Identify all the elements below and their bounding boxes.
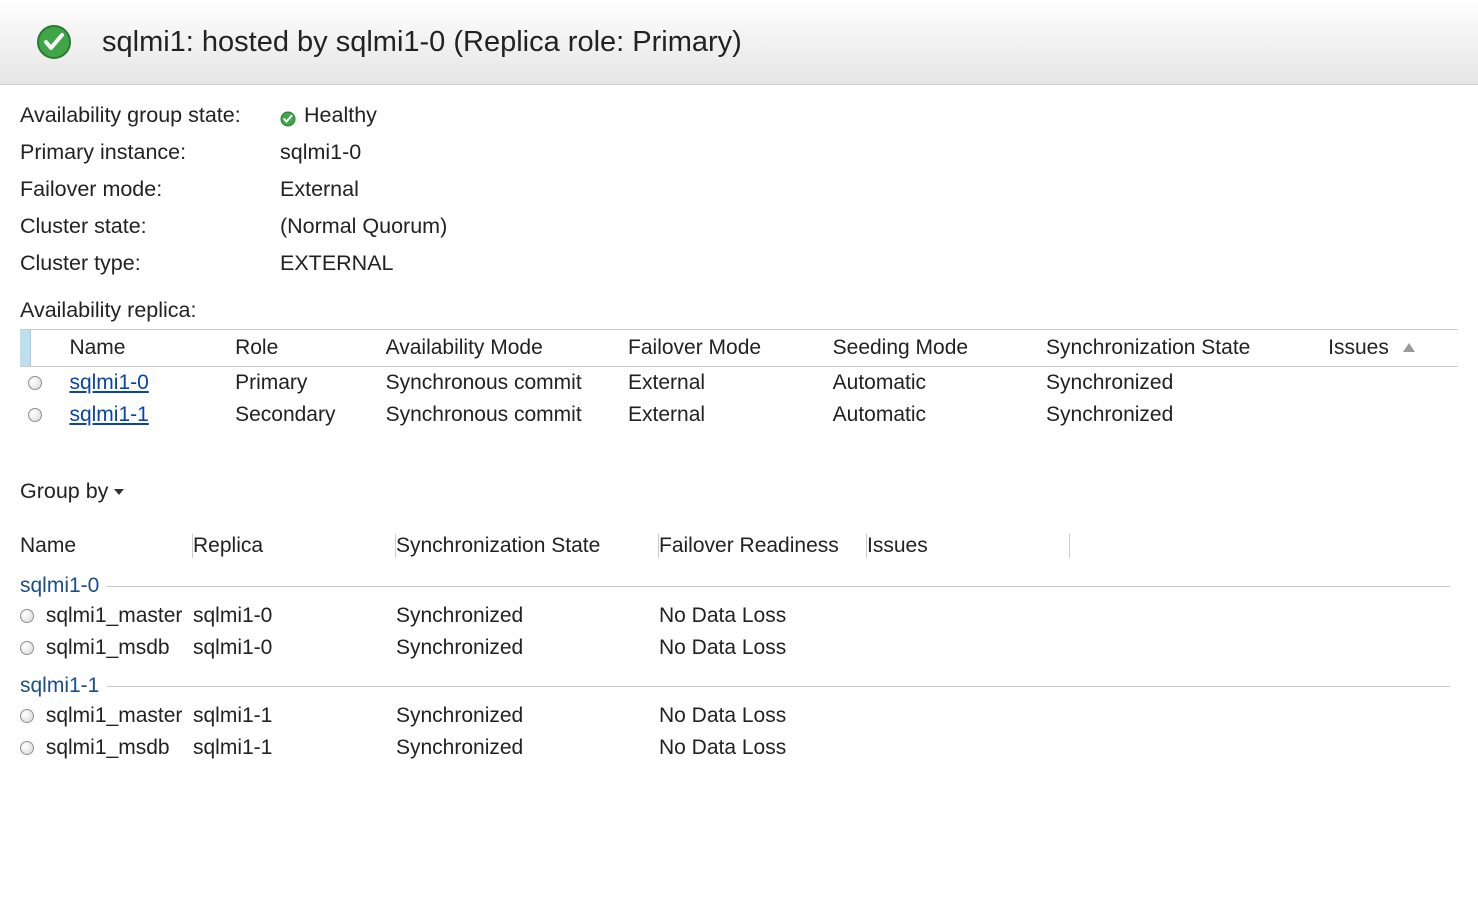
status-dot-icon	[28, 408, 42, 422]
column-header-db-issues[interactable]: Issues	[867, 528, 1070, 564]
cell-db-replica: sqlmi1-0	[193, 600, 396, 632]
cell-db-failover: No Data Loss	[659, 632, 867, 664]
cell-db-failover: No Data Loss	[659, 700, 867, 732]
status-ok-icon	[36, 24, 72, 60]
cell-db-name: sqlmi1_msdb	[20, 732, 193, 764]
column-header-failover-mode[interactable]: Failover Mode	[620, 330, 825, 367]
replica-section-title: Availability replica:	[20, 298, 1478, 323]
table-row[interactable]: sqlmi1_mastersqlmi1-1SynchronizedNo Data…	[20, 700, 1458, 732]
column-header-sync-state[interactable]: Synchronization State	[1038, 330, 1320, 367]
cell-db-replica: sqlmi1-0	[193, 632, 396, 664]
prop-label-cluster-type: Cluster type:	[20, 251, 280, 276]
cell-db-issues	[867, 700, 1070, 732]
prop-label-primary-instance: Primary instance:	[20, 140, 280, 165]
status-dot-icon	[20, 609, 34, 623]
column-header-db-sync[interactable]: Synchronization State	[396, 528, 659, 564]
group-by-dropdown[interactable]: Group by	[20, 479, 124, 504]
table-row[interactable]: sqlmi1-1 SecondarySynchronous commitExter…	[20, 399, 1458, 431]
properties-block: Availability group state: Healthy Primar…	[20, 103, 1478, 276]
group-header-row[interactable]: sqlmi1-0	[20, 564, 1458, 600]
cell-db-sync: Synchronized	[396, 700, 659, 732]
cell-db-issues	[867, 732, 1070, 764]
prop-value-ag-state: Healthy	[304, 103, 377, 128]
prop-label-failover-mode: Failover mode:	[20, 177, 280, 202]
cell-db-issues	[867, 600, 1070, 632]
sort-ascending-icon	[1403, 343, 1415, 352]
cell-availability-mode: Synchronous commit	[378, 367, 620, 400]
status-dot-icon	[20, 641, 34, 655]
column-header-seeding-mode[interactable]: Seeding Mode	[825, 330, 1038, 367]
column-header-availability-mode[interactable]: Availability Mode	[378, 330, 620, 367]
replica-table: Name Role Availability Mode Failover Mod…	[20, 329, 1458, 431]
cell-issues	[1320, 399, 1458, 431]
cell-sync-state: Synchronized	[1038, 399, 1320, 431]
prop-value-cluster-type: EXTERNAL	[280, 251, 394, 276]
table-row[interactable]: sqlmi1-0 PrimarySynchronous commitExterna…	[20, 367, 1458, 400]
status-ok-icon	[280, 108, 296, 124]
status-dot-icon	[20, 709, 34, 723]
status-dot-icon	[28, 376, 42, 390]
cell-db-name: sqlmi1_master	[20, 700, 193, 732]
cell-seeding-mode: Automatic	[825, 399, 1038, 431]
table-row[interactable]: sqlmi1_msdbsqlmi1-1SynchronizedNo Data L…	[20, 732, 1458, 764]
header-bar: sqlmi1: hosted by sqlmi1-0 (Replica role…	[0, 0, 1478, 85]
cell-seeding-mode: Automatic	[825, 367, 1038, 400]
group-label: sqlmi1-0	[20, 574, 99, 598]
cell-db-issues	[867, 632, 1070, 664]
cell-db-sync: Synchronized	[396, 732, 659, 764]
cell-failover-mode: External	[620, 367, 825, 400]
column-header-issues[interactable]: Issues	[1320, 330, 1458, 367]
status-dot-icon	[20, 741, 34, 755]
cell-role: Secondary	[227, 399, 378, 431]
cell-db-sync: Synchronized	[396, 600, 659, 632]
table-row[interactable]: sqlmi1_msdbsqlmi1-0SynchronizedNo Data L…	[20, 632, 1458, 664]
chevron-down-icon	[114, 489, 124, 495]
prop-value-failover-mode: External	[280, 177, 359, 202]
group-header-row[interactable]: sqlmi1-1	[20, 664, 1458, 700]
column-header-spacer	[1070, 528, 1458, 564]
cell-sync-state: Synchronized	[1038, 367, 1320, 400]
cell-failover-mode: External	[620, 399, 825, 431]
column-header-db-name[interactable]: Name	[20, 528, 193, 564]
prop-label-cluster-state: Cluster state:	[20, 214, 280, 239]
cell-role: Primary	[227, 367, 378, 400]
cell-issues	[1320, 367, 1458, 400]
column-header-name[interactable]: Name	[61, 330, 227, 367]
cell-db-name: sqlmi1_msdb	[20, 632, 193, 664]
group-label: sqlmi1-1	[20, 674, 99, 698]
column-header-db-failover[interactable]: Failover Readiness	[659, 528, 867, 564]
table-row[interactable]: sqlmi1_mastersqlmi1-0SynchronizedNo Data…	[20, 600, 1458, 632]
prop-value-primary-instance: sqlmi1-0	[280, 140, 361, 165]
page-title: sqlmi1: hosted by sqlmi1-0 (Replica role…	[102, 26, 742, 59]
cell-db-sync: Synchronized	[396, 632, 659, 664]
replica-link[interactable]: sqlmi1-0	[69, 371, 148, 394]
column-header-indicator[interactable]	[20, 330, 61, 367]
database-table: Name Replica Synchronization State Failo…	[20, 528, 1458, 764]
replica-link[interactable]: sqlmi1-1	[69, 403, 148, 426]
cell-db-name: sqlmi1_master	[20, 600, 193, 632]
cell-db-replica: sqlmi1-1	[193, 732, 396, 764]
cell-db-failover: No Data Loss	[659, 732, 867, 764]
prop-label-ag-state: Availability group state:	[20, 103, 280, 128]
column-header-role[interactable]: Role	[227, 330, 378, 367]
cell-availability-mode: Synchronous commit	[378, 399, 620, 431]
cell-db-failover: No Data Loss	[659, 600, 867, 632]
prop-value-cluster-state: (Normal Quorum)	[280, 214, 447, 239]
cell-db-replica: sqlmi1-1	[193, 700, 396, 732]
column-header-db-replica[interactable]: Replica	[193, 528, 396, 564]
